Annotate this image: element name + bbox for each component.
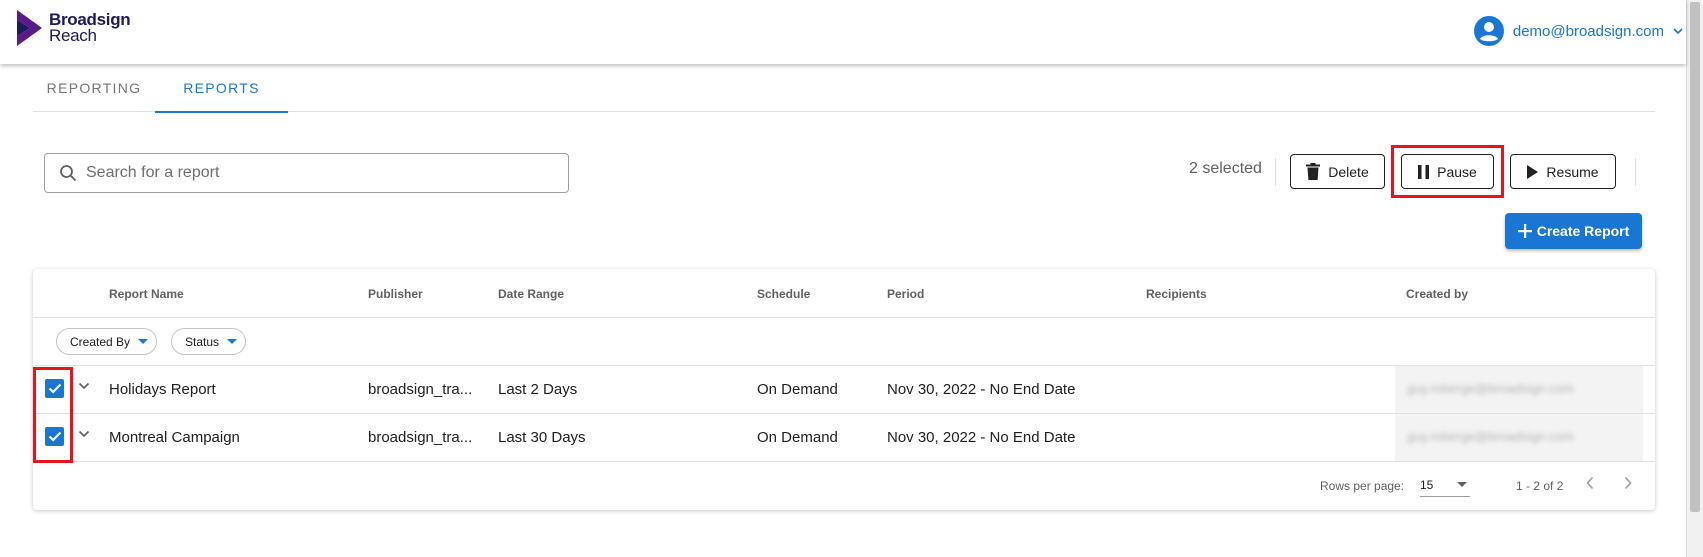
active-tab-indicator [155,111,288,113]
report-name[interactable]: Holidays Report [109,381,216,398]
scrollbar-thumb[interactable] [1690,2,1700,512]
tab-reports-label: REPORTS [183,80,260,96]
created-by-cell: guy.roberge@broadsign.com [1395,414,1643,461]
checkmark-icon [48,383,61,394]
delete-button-label: Delete [1328,163,1369,180]
tab-bar: REPORTING REPORTS [33,64,1655,113]
row-checkbox[interactable] [45,427,64,446]
expand-row-icon[interactable] [78,430,90,438]
column-schedule[interactable]: Schedule [757,287,810,301]
row-checkbox[interactable] [45,379,64,398]
table-row[interactable]: Montreal Campaign broadsign_tra... Last … [33,414,1655,462]
column-created-by[interactable]: Created by [1406,287,1468,301]
search-field[interactable] [44,153,569,193]
top-app-bar: Broadsign Reach demo@broadsign.com [0,0,1686,64]
column-recipients[interactable]: Recipients [1146,287,1207,301]
toolbar-divider [1275,158,1276,186]
caret-down-icon [227,339,238,344]
delete-button[interactable]: Delete [1290,154,1385,189]
plus-icon [1517,224,1532,238]
user-email[interactable]: demo@broadsign.com [1513,23,1664,40]
filter-bar: Created By Status [33,318,1655,366]
vertical-scrollbar[interactable] [1686,0,1703,557]
column-report-name[interactable]: Report Name [109,287,184,301]
schedule: On Demand [757,381,838,398]
period: Nov 30, 2022 - No End Date [887,429,1076,446]
reports-table: Report Name Publisher Date Range Schedul… [33,269,1655,510]
toolbar-divider-end [1635,158,1636,186]
tab-reports[interactable]: REPORTS [155,64,288,113]
period: Nov 30, 2022 - No End Date [887,381,1076,398]
caret-down-icon [138,339,149,344]
created-by-email: guy.roberge@broadsign.com [1407,429,1574,444]
play-icon [1527,164,1539,179]
publisher: broadsign_tra... [368,381,473,398]
created-by-email: guy.roberge@broadsign.com [1407,381,1574,396]
filter-created-by-label: Created By [70,334,131,349]
publisher: broadsign_tra... [368,429,473,446]
search-icon [60,165,77,182]
tab-reporting[interactable]: REPORTING [33,64,155,112]
filter-status-label: Status [185,334,220,349]
account-menu[interactable]: demo@broadsign.com [1473,15,1686,47]
table-header: Report Name Publisher Date Range Schedul… [33,269,1655,318]
logo-chevron-icon [17,10,42,46]
logo-line2: Reach [49,26,97,45]
resume-button[interactable]: Resume [1510,154,1616,189]
resume-button-label: Resume [1546,163,1599,180]
created-by-cell: guy.roberge@broadsign.com [1395,366,1643,413]
column-period[interactable]: Period [887,287,924,301]
schedule: On Demand [757,429,838,446]
rows-per-page-value: 15 [1420,478,1434,492]
date-range: Last 30 Days [498,429,586,446]
pause-button[interactable]: Pause [1401,154,1494,189]
column-publisher[interactable]: Publisher [368,287,423,301]
expand-row-icon[interactable] [78,382,90,390]
account-circle-icon [1473,16,1504,46]
broadsign-reach-logo[interactable]: Broadsign Reach [17,10,131,46]
selected-count: 2 selected [1189,160,1262,177]
trash-icon [1306,163,1321,180]
chevron-down-icon[interactable] [1672,27,1684,35]
column-date-range[interactable]: Date Range [498,287,564,301]
rows-per-page-select[interactable]: 15 [1420,472,1470,497]
filter-status[interactable]: Status [171,328,247,355]
checkmark-icon [48,431,61,442]
create-report-button[interactable]: Create Report [1505,213,1642,249]
logo-text: Broadsign Reach [49,11,131,45]
date-range: Last 2 Days [498,381,578,398]
report-name[interactable]: Montreal Campaign [109,429,240,446]
pause-button-label: Pause [1437,163,1477,180]
table-row[interactable]: Holidays Report broadsign_tra... Last 2 … [33,366,1655,414]
next-page-icon[interactable] [1623,476,1633,490]
page-range: 1 - 2 of 2 [1516,479,1564,493]
pause-icon [1418,164,1430,179]
caret-down-icon [1457,482,1467,487]
search-input[interactable] [86,164,546,182]
table-pagination: Rows per page: 15 1 - 2 of 2 [33,462,1655,510]
create-report-label: Create Report [1536,223,1630,239]
rows-per-page-label: Rows per page: [1320,479,1405,493]
filter-created-by[interactable]: Created By [56,328,158,355]
previous-page-icon[interactable] [1585,476,1595,490]
